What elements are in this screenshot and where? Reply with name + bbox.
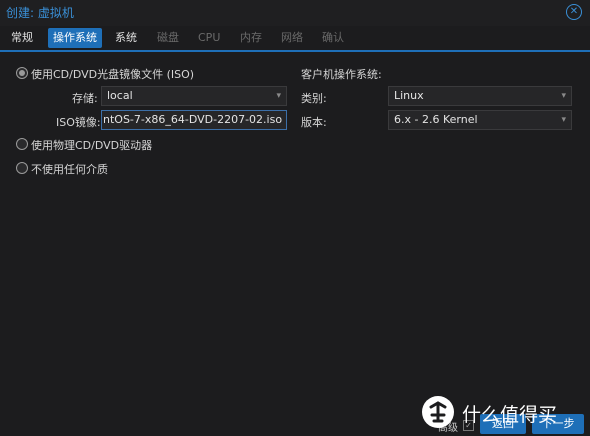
tab-underline [0, 50, 590, 52]
chevron-down-icon[interactable]: ▾ [561, 111, 566, 129]
os-version-select[interactable]: 6.x - 2.6 Kernel ▾ [388, 110, 572, 130]
os-type-value: Linux [394, 89, 424, 102]
tab-bar: 常规 操作系统 系统 磁盘 CPU 内存 网络 确认 [0, 28, 590, 50]
os-version-label: 版本: [301, 116, 327, 129]
storage-select[interactable]: local ▾ [101, 86, 287, 106]
tab-general[interactable]: 常规 [6, 28, 38, 48]
next-button[interactable]: 下一步 [532, 414, 584, 434]
iso-option-label: 使用CD/DVD光盘镜像文件 (ISO) [31, 68, 195, 81]
physical-drive-label: 使用物理CD/DVD驱动器 [31, 139, 153, 152]
advanced-label: 高级 [438, 423, 458, 434]
tab-system[interactable]: 系统 [110, 28, 142, 48]
chevron-down-icon[interactable]: ▾ [276, 87, 281, 105]
tab-confirm: 确认 [322, 31, 344, 44]
window-title: 创建: 虚拟机 [6, 6, 74, 20]
os-type-select[interactable]: Linux ▾ [388, 86, 572, 106]
iso-image-select[interactable]: ntOS-7-x86_64-DVD-2207-02.iso [101, 110, 287, 130]
storage-label: 存储: [72, 92, 98, 105]
no-media-label: 不使用任何介质 [31, 163, 108, 176]
window-titlebar: 创建: 虚拟机 ✕ [0, 0, 590, 26]
iso-radio[interactable] [16, 67, 28, 79]
os-version-value: 6.x - 2.6 Kernel [394, 113, 478, 126]
storage-value: local [107, 89, 133, 102]
tab-network: 网络 [281, 31, 303, 44]
chevron-down-icon[interactable]: ▾ [561, 87, 566, 105]
os-type-label: 类别: [301, 92, 327, 105]
tab-disks: 磁盘 [157, 31, 179, 44]
no-media-radio[interactable] [16, 162, 28, 174]
tab-cpu: CPU [198, 31, 221, 44]
close-icon[interactable]: ✕ [566, 4, 582, 20]
iso-image-label: ISO镜像: [56, 116, 101, 129]
advanced-checkbox[interactable]: ✓ [463, 420, 474, 431]
iso-image-value: ntOS-7-x86_64-DVD-2207-02.iso [103, 113, 283, 126]
physical-drive-radio[interactable] [16, 138, 28, 150]
back-button[interactable]: 返回 [480, 414, 526, 434]
tab-memory: 内存 [240, 31, 262, 44]
tab-os[interactable]: 操作系统 [48, 28, 102, 48]
guest-os-heading: 客户机操作系统: [301, 68, 382, 81]
